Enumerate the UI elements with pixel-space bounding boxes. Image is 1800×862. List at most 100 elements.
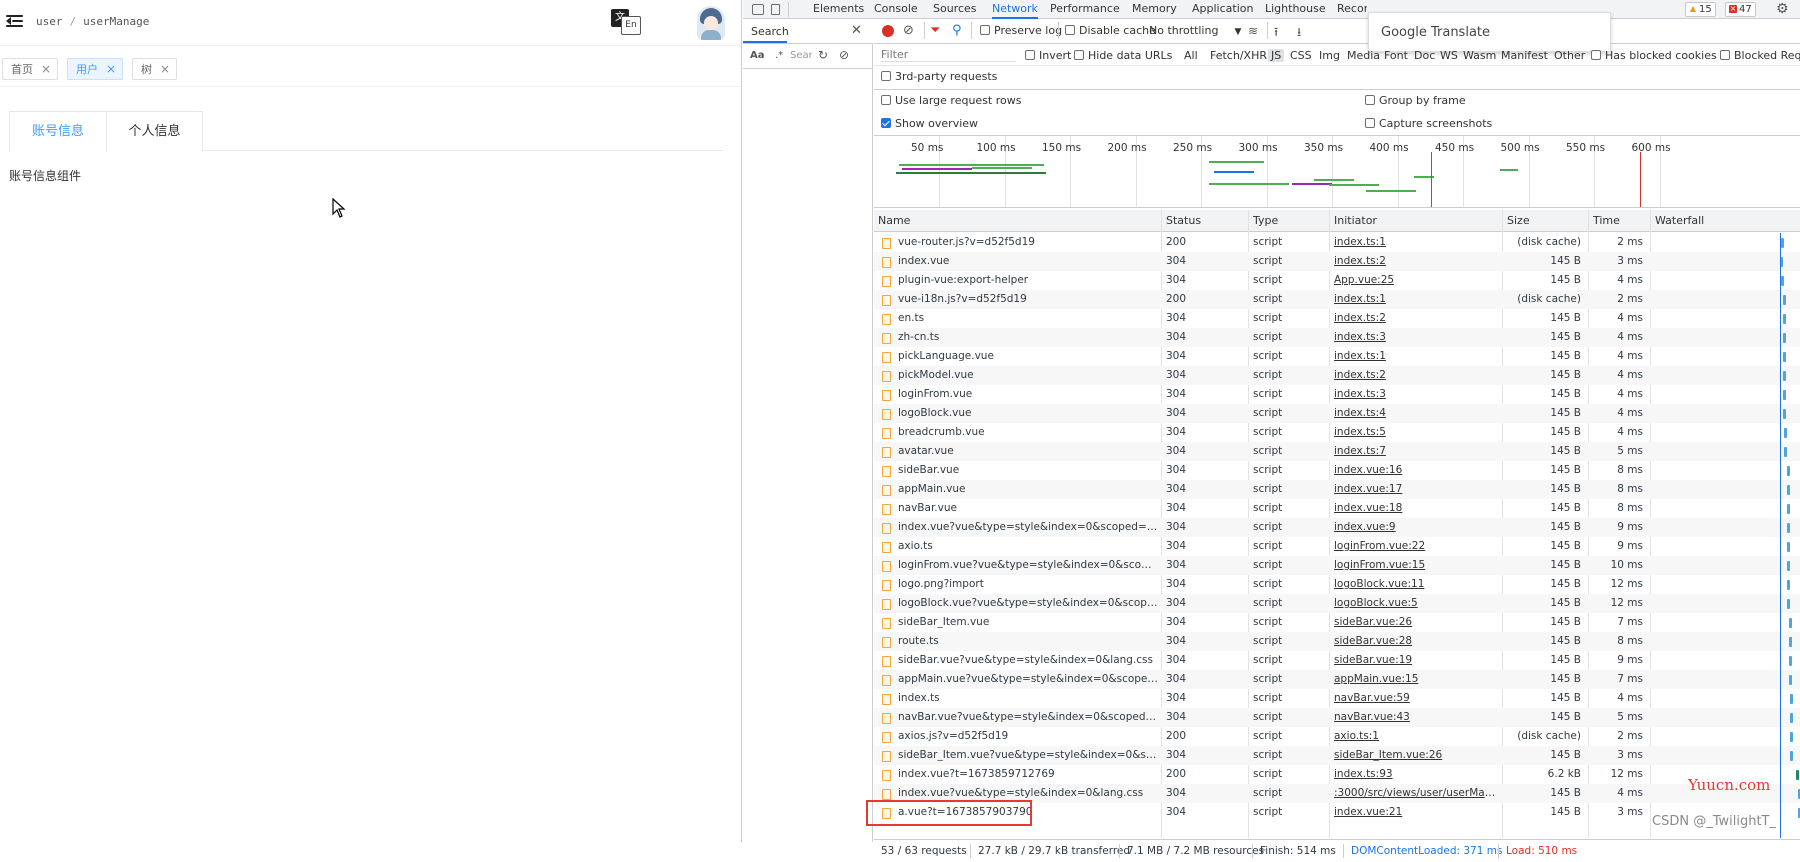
table-row[interactable]: appMain.vue?vue&type=style&index=0&scope… [874, 670, 1800, 689]
preserve-log-checkbox[interactable]: Preserve log [980, 24, 1062, 37]
invert-checkbox[interactable]: Invert [1025, 49, 1071, 62]
filter-icon[interactable]: ⏷ [930, 23, 940, 38]
request-name[interactable]: vue-router.js?v=d52f5d19 [894, 233, 1158, 252]
table-row[interactable]: logo.png?import 304 script logoBlock.vue:11… [874, 575, 1800, 594]
device-toolbar-icon[interactable] [771, 4, 780, 15]
disable-cache-checkbox[interactable]: Disable cache [1065, 24, 1156, 37]
request-initiator[interactable]: index.vue:18 [1330, 499, 1498, 518]
table-row[interactable]: index.vue 304 script index.ts:2 145 B 3 ms [874, 252, 1800, 271]
request-name[interactable]: loginFrom.vue?vue&type=style&index=0&sco… [894, 556, 1158, 575]
request-name[interactable]: navBar.vue [894, 499, 1158, 518]
search-title[interactable]: Search [751, 25, 789, 38]
request-initiator[interactable]: axio.ts:1 [1330, 727, 1498, 746]
request-name[interactable]: axio.ts [894, 537, 1158, 556]
request-name[interactable]: logoBlock.vue [894, 404, 1158, 423]
table-row[interactable]: route.ts 304 script sideBar.vue:28 145 B 8 ms [874, 632, 1800, 651]
third-party-checkbox[interactable]: 3rd-party requests [881, 70, 997, 83]
tab-network[interactable]: Network [992, 0, 1038, 19]
request-initiator[interactable]: navBar.vue:59 [1330, 689, 1498, 708]
regex-toggle[interactable]: .* [775, 50, 783, 61]
request-name[interactable]: pickModel.vue [894, 366, 1158, 385]
request-initiator[interactable]: sideBar_Item.vue:26 [1330, 746, 1498, 765]
record-icon[interactable] [882, 25, 894, 37]
search-icon[interactable]: ⚲ [952, 23, 962, 38]
tag-user[interactable]: 用户 × [67, 58, 124, 80]
tab-recorder[interactable]: Recor [1337, 0, 1367, 19]
table-row[interactable]: sideBar_Item.vue?vue&type=style&index=0&… [874, 746, 1800, 765]
throttling-select[interactable]: No throttling ▼ [1149, 24, 1241, 37]
network-overview[interactable]: 50 ms 100 ms 150 ms 200 ms 250 ms 300 ms 350 m… [874, 135, 1800, 208]
request-name[interactable]: vue-i18n.js?v=d52f5d19 [894, 290, 1158, 309]
request-initiator[interactable]: index.ts:2 [1330, 366, 1498, 385]
request-initiator[interactable]: :3000/src/views/user/userMana... [1330, 784, 1498, 803]
type-filter-js[interactable]: JS [1268, 49, 1285, 62]
request-name[interactable]: index.vue?t=1673859712769 [894, 765, 1158, 784]
request-initiator[interactable]: index.ts:1 [1330, 347, 1498, 366]
request-name[interactable]: logoBlock.vue?vue&type=style&index=0&sco… [894, 594, 1158, 613]
close-icon[interactable]: × [106, 62, 116, 76]
request-initiator[interactable]: index.vue:16 [1330, 461, 1498, 480]
tag-home[interactable]: 首页 × [2, 58, 59, 80]
table-row[interactable]: en.ts 304 script index.ts:2 145 B 4 ms [874, 309, 1800, 328]
blocked-requests-checkbox[interactable]: Blocked Reque [1720, 49, 1800, 62]
language-switch-icon[interactable]: 文 En [611, 9, 641, 35]
close-icon[interactable]: ✕ [851, 23, 862, 38]
request-initiator[interactable]: index.ts:3 [1330, 328, 1498, 347]
tab-memory[interactable]: Memory [1132, 0, 1177, 19]
clear-icon[interactable]: ⊘ [903, 23, 914, 38]
type-filter-all[interactable]: All [1184, 49, 1198, 62]
request-name[interactable]: index.ts [894, 689, 1158, 708]
request-name[interactable]: navBar.vue?vue&type=style&index=0&scoped… [894, 708, 1158, 727]
tab-lighthouse[interactable]: Lighthouse [1265, 0, 1326, 19]
request-initiator[interactable]: appMain.vue:15 [1330, 670, 1498, 689]
table-row[interactable]: logoBlock.vue?vue&type=style&index=0&sco… [874, 594, 1800, 613]
search-input[interactable]: Sear [790, 50, 812, 61]
request-initiator[interactable]: logoBlock.vue:5 [1330, 594, 1498, 613]
request-initiator[interactable]: index.ts:7 [1330, 442, 1498, 461]
request-name[interactable]: index.vue?vue&type=style&index=0&scoped=… [894, 518, 1158, 537]
type-filter-manifest[interactable]: Manifest [1501, 49, 1548, 62]
tab-elements[interactable]: Elements [813, 0, 864, 19]
table-row[interactable]: zh-cn.ts 304 script index.ts:3 145 B 4 ms [874, 328, 1800, 347]
close-icon[interactable]: × [41, 62, 51, 76]
request-name[interactable]: appMain.vue?vue&type=style&index=0&scope… [894, 670, 1158, 689]
warnings-badge[interactable]: ▲ 15 [1685, 2, 1716, 17]
request-initiator[interactable]: navBar.vue:43 [1330, 708, 1498, 727]
network-conditions-icon[interactable]: ≋ [1248, 24, 1258, 38]
table-row[interactable]: appMain.vue 304 script index.vue:17 145 B 8 m… [874, 480, 1800, 499]
request-name[interactable]: en.ts [894, 309, 1158, 328]
request-initiator[interactable]: loginFrom.vue:22 [1330, 537, 1498, 556]
inspect-element-icon[interactable] [752, 4, 764, 15]
table-row[interactable]: navBar.vue?vue&type=style&index=0&scoped… [874, 708, 1800, 727]
request-name[interactable]: avatar.vue [894, 442, 1158, 461]
group-by-frame-checkbox[interactable]: Group by frame [1365, 94, 1466, 107]
request-initiator[interactable]: sideBar.vue:19 [1330, 651, 1498, 670]
request-initiator[interactable]: sideBar.vue:26 [1330, 613, 1498, 632]
tab-console[interactable]: Console [874, 0, 918, 19]
table-row[interactable]: axios.js?v=d52f5d19 200 script axio.ts:1 (di… [874, 727, 1800, 746]
request-initiator[interactable]: index.ts:4 [1330, 404, 1498, 423]
close-icon[interactable]: × [160, 62, 170, 76]
request-name[interactable]: sideBar.vue?vue&type=style&index=0&lang.… [894, 651, 1158, 670]
request-initiator[interactable]: index.ts:2 [1330, 309, 1498, 328]
tab-personal-info[interactable]: 个人信息 [106, 111, 203, 152]
table-row[interactable]: vue-router.js?v=d52f5d19 200 script index.t… [874, 233, 1800, 252]
request-name[interactable]: sideBar.vue [894, 461, 1158, 480]
table-row[interactable]: index.ts 304 script navBar.vue:59 145 B 4 ms [874, 689, 1800, 708]
request-name[interactable]: appMain.vue [894, 480, 1158, 499]
request-name[interactable]: axios.js?v=d52f5d19 [894, 727, 1158, 746]
type-filter-other[interactable]: Other [1554, 49, 1585, 62]
table-row[interactable]: sideBar_Item.vue 304 script sideBar.vue:26 1… [874, 613, 1800, 632]
table-row[interactable]: breadcrumb.vue 304 script index.ts:5 145 B 4 … [874, 423, 1800, 442]
column-type[interactable]: Type [1248, 210, 1278, 232]
request-initiator[interactable]: index.ts:1 [1330, 290, 1498, 309]
request-initiator[interactable]: App.vue:25 [1330, 271, 1498, 290]
table-row[interactable]: navBar.vue 304 script index.vue:18 145 B 8 ms [874, 499, 1800, 518]
request-initiator[interactable]: index.ts:3 [1330, 385, 1498, 404]
table-row[interactable]: index.vue?vue&type=style&index=0&scoped=… [874, 518, 1800, 537]
table-row[interactable]: sideBar.vue?vue&type=style&index=0&lang.… [874, 651, 1800, 670]
request-initiator[interactable]: index.ts:1 [1330, 233, 1498, 252]
request-initiator[interactable]: logoBlock.vue:11 [1330, 575, 1498, 594]
type-filter-media[interactable]: Media [1347, 49, 1380, 62]
column-initiator[interactable]: Initiator [1329, 210, 1377, 232]
